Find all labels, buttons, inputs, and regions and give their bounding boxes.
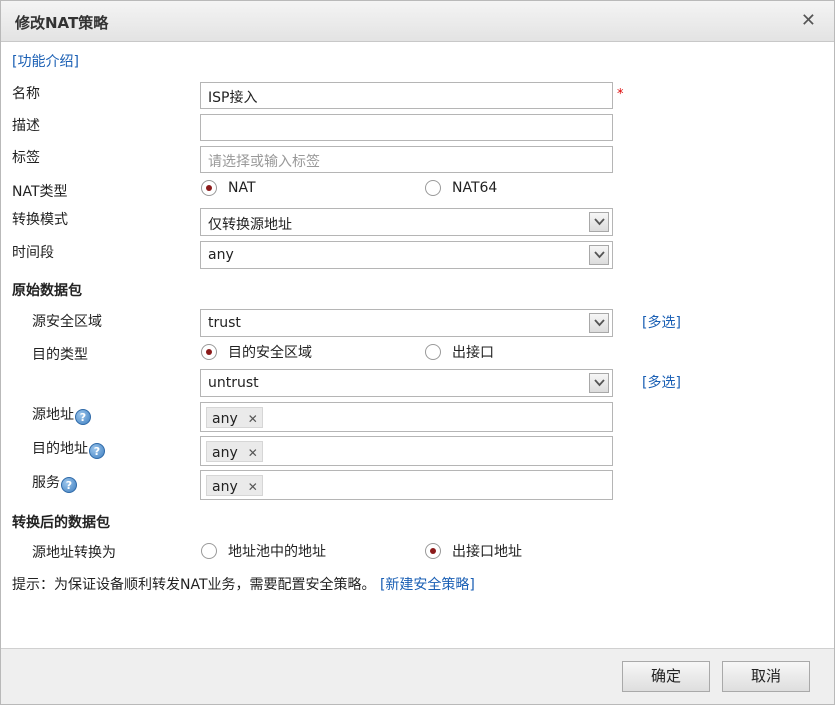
- tag-text: any: [212, 410, 238, 427]
- dst-type-option-label: 出接口: [452, 345, 494, 361]
- dst-zone-multi-select-link[interactable]: [多选]: [642, 372, 681, 392]
- dialog-title: 修改NAT策略: [15, 14, 109, 32]
- nat-type-label: NAT类型: [12, 184, 68, 200]
- chevron-down-icon[interactable]: [589, 245, 609, 265]
- remove-tag-icon[interactable]: ✕: [248, 446, 258, 460]
- radio-unchecked-icon[interactable]: [201, 543, 217, 559]
- description-label: 描述: [12, 118, 40, 134]
- remove-tag-icon[interactable]: ✕: [248, 480, 258, 494]
- convert-mode-label: 转换模式: [12, 212, 68, 228]
- name-input[interactable]: ISP接入: [200, 82, 613, 109]
- chevron-down-icon[interactable]: [589, 313, 609, 333]
- src-addr-label: 源地址?: [32, 404, 91, 425]
- original-packet-heading: 原始数据包: [12, 283, 82, 299]
- nat-type-option-label: NAT64: [452, 180, 498, 196]
- radio-checked-icon[interactable]: [201, 344, 217, 360]
- nat-type-option-nat64[interactable]: NAT64: [425, 180, 497, 196]
- radio-unchecked-icon[interactable]: [425, 180, 441, 196]
- translated-packet-heading: 转换后的数据包: [12, 515, 110, 531]
- remove-tag-icon[interactable]: ✕: [248, 412, 258, 426]
- dst-zone-select[interactable]: untrust: [200, 369, 613, 397]
- src-addr-label-text: 源地址: [32, 407, 74, 423]
- dst-type-option-zone[interactable]: 目的安全区域: [201, 342, 312, 362]
- required-mark: *: [617, 87, 624, 102]
- nat-type-option-nat[interactable]: NAT: [201, 180, 256, 196]
- nat-policy-dialog: 修改NAT策略 ✕ [功能介绍] 名称 ISP接入 * 描述 标签 请选择或输入…: [0, 0, 835, 705]
- ok-button[interactable]: 确定: [622, 661, 710, 692]
- close-icon[interactable]: ✕: [801, 10, 816, 31]
- time-range-label: 时间段: [12, 245, 54, 261]
- src-convert-label: 源地址转换为: [32, 545, 116, 561]
- cancel-button[interactable]: 取消: [722, 661, 810, 692]
- feature-intro-link[interactable]: [功能介绍]: [12, 51, 79, 71]
- tag-text: any: [212, 444, 238, 461]
- hint-text: 提示：为保证设备顺利转发NAT业务，需要配置安全策略。: [12, 577, 376, 593]
- src-convert-option-pool[interactable]: 地址池中的地址: [201, 541, 326, 561]
- dialog-footer: 确定 取消: [1, 648, 834, 704]
- service-tag-input[interactable]: any ✕: [200, 470, 613, 500]
- dst-type-label: 目的类型: [32, 347, 88, 363]
- dst-type-option-interface[interactable]: 出接口: [425, 342, 494, 362]
- tag-label: 标签: [12, 150, 40, 166]
- tag-text: any: [212, 478, 238, 495]
- chevron-down-icon[interactable]: [589, 212, 609, 232]
- radio-checked-icon[interactable]: [425, 543, 441, 559]
- src-zone-label: 源安全区域: [32, 314, 102, 330]
- dst-addr-tag-input[interactable]: any ✕: [200, 436, 613, 466]
- dst-addr-label-text: 目的地址: [32, 441, 88, 457]
- description-input[interactable]: [200, 114, 613, 141]
- src-addr-tag: any ✕: [206, 407, 263, 428]
- help-icon[interactable]: ?: [61, 477, 77, 493]
- nat-type-option-label: NAT: [228, 180, 256, 196]
- time-range-value: any: [208, 247, 234, 263]
- radio-checked-icon[interactable]: [201, 180, 217, 196]
- dst-addr-label: 目的地址?: [32, 438, 105, 459]
- name-label: 名称: [12, 86, 40, 102]
- service-label-text: 服务: [32, 475, 60, 491]
- src-zone-value: trust: [208, 315, 241, 331]
- src-zone-select[interactable]: trust: [200, 309, 613, 337]
- dst-type-option-label: 目的安全区域: [228, 345, 312, 361]
- chevron-down-icon[interactable]: [589, 373, 609, 393]
- radio-unchecked-icon[interactable]: [425, 344, 441, 360]
- help-icon[interactable]: ?: [75, 409, 91, 425]
- convert-mode-select[interactable]: 仅转换源地址: [200, 208, 613, 236]
- dialog-titlebar: 修改NAT策略 ✕: [1, 1, 834, 42]
- help-icon[interactable]: ?: [89, 443, 105, 459]
- new-security-policy-link[interactable]: [新建安全策略]: [380, 577, 475, 593]
- dst-zone-value: untrust: [208, 375, 259, 391]
- hint-line: 提示：为保证设备顺利转发NAT业务，需要配置安全策略。 [新建安全策略]: [12, 574, 475, 594]
- tag-input[interactable]: 请选择或输入标签: [200, 146, 613, 173]
- src-convert-option-interface[interactable]: 出接口地址: [425, 541, 522, 561]
- src-convert-option-label: 地址池中的地址: [228, 544, 326, 560]
- convert-mode-value: 仅转换源地址: [208, 217, 292, 233]
- src-addr-tag-input[interactable]: any ✕: [200, 402, 613, 432]
- service-tag: any ✕: [206, 475, 263, 496]
- time-range-select[interactable]: any: [200, 241, 613, 269]
- src-convert-option-label: 出接口地址: [452, 544, 522, 560]
- service-label: 服务?: [32, 472, 77, 493]
- src-zone-multi-select-link[interactable]: [多选]: [642, 312, 681, 332]
- dst-addr-tag: any ✕: [206, 441, 263, 462]
